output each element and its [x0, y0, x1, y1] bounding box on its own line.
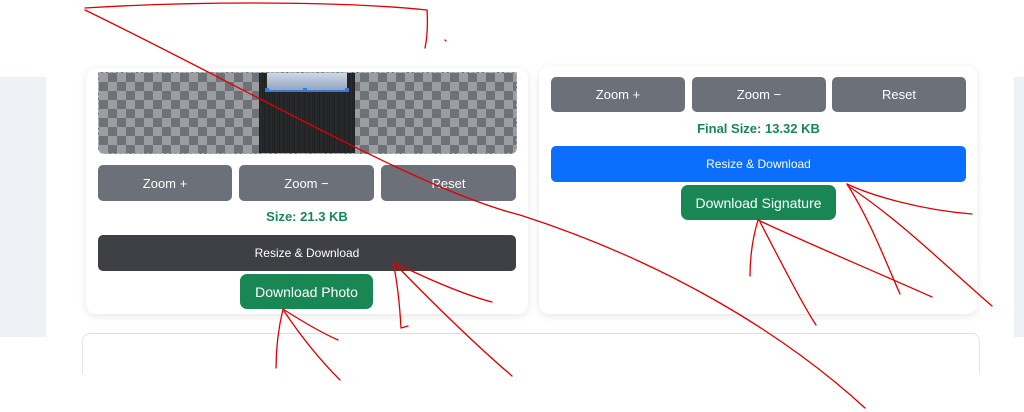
crop-handle[interactable] [303, 88, 307, 92]
download-photo-button[interactable]: Download Photo [240, 274, 373, 309]
annotation-stroke [84, 2, 429, 49]
page-background-right [1014, 77, 1024, 337]
page-background-left [0, 77, 46, 337]
photo-resize-download-button[interactable]: Resize & Download [98, 235, 516, 271]
photo-zoom-in-button[interactable]: Zoom + [98, 165, 232, 201]
signature-resize-download-button[interactable]: Resize & Download [551, 146, 966, 182]
photo-image [259, 73, 355, 153]
signature-size-text: Final Size: 13.32 KB [697, 121, 820, 136]
annotation-stroke [444, 39, 447, 42]
signature-zoom-in-button[interactable]: Zoom + [551, 77, 685, 112]
signature-reset-button[interactable]: Reset [832, 77, 966, 112]
photo-zoom-out-button[interactable]: Zoom − [239, 165, 374, 201]
crop-box-edge[interactable] [267, 90, 347, 92]
signature-zoom-out-button[interactable]: Zoom − [692, 77, 826, 112]
photo-crop-preview[interactable] [98, 72, 517, 154]
crop-handle[interactable] [345, 88, 349, 92]
next-section-card [82, 333, 980, 374]
photo-reset-button[interactable]: Reset [381, 165, 516, 201]
photo-size-text: Size: 21.3 KB [266, 209, 348, 224]
photo-image-top [267, 73, 347, 91]
download-signature-button[interactable]: Download Signature [681, 185, 836, 220]
crop-handle[interactable] [265, 88, 269, 92]
